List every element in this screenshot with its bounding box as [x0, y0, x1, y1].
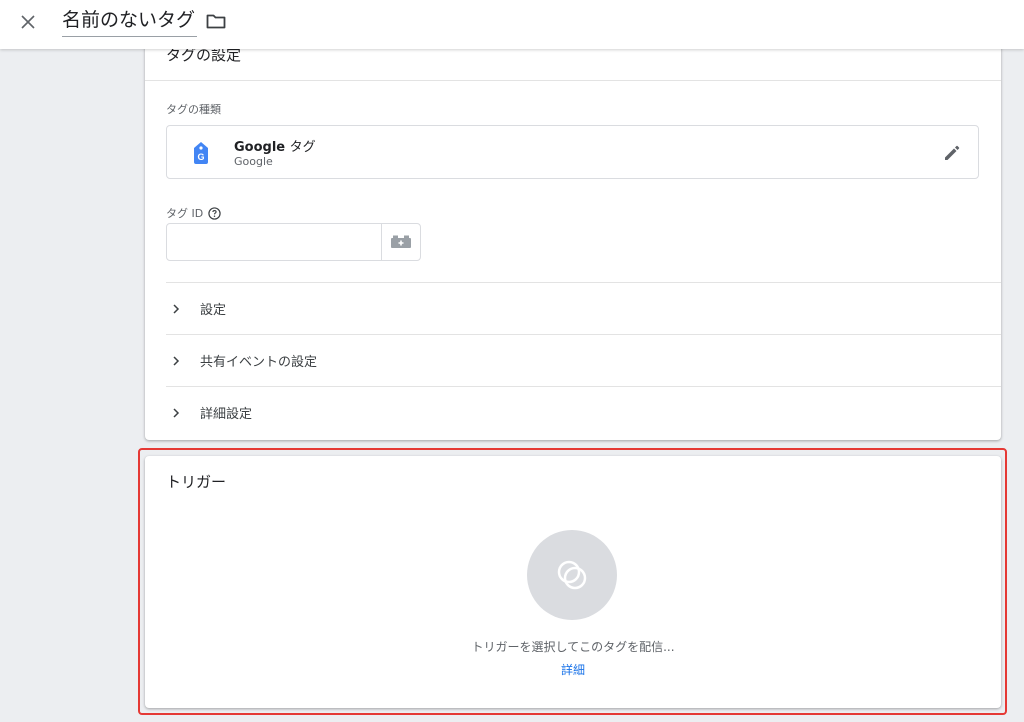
- tag-type-name: Google タグ: [234, 136, 316, 155]
- folder-icon: [206, 14, 226, 29]
- svg-text:G: G: [197, 152, 204, 162]
- section-shared-event-settings-label: 共有イベントの設定: [200, 355, 318, 370]
- section-shared-event-settings[interactable]: 共有イベントの設定: [166, 334, 1001, 386]
- tag-id-input[interactable]: [167, 224, 381, 260]
- tag-type-selector[interactable]: G Google タグ Google: [166, 125, 979, 179]
- trigger-empty-message: トリガーを選択してこのタグを配信...: [471, 640, 675, 654]
- variable-picker-icon: [391, 235, 411, 248]
- help-icon[interactable]: [208, 206, 221, 220]
- chevron-right-icon: [172, 355, 188, 366]
- tag-type-suffix: タグ: [289, 140, 316, 155]
- top-bar: 名前のないタグ: [0, 0, 1024, 49]
- chevron-right-icon: [172, 407, 188, 418]
- tag-name-title[interactable]: 名前のないタグ: [62, 7, 198, 37]
- tag-type-brand: Google: [234, 140, 286, 155]
- pencil-icon[interactable]: [942, 143, 962, 163]
- tag-configuration-card: タグの設定 タグの種類 G Google タグ Google タグ ID 設定 …: [145, 20, 1001, 440]
- section-advanced-settings-label: 詳細設定: [200, 407, 253, 422]
- close-icon: [21, 15, 35, 29]
- google-tag-icon: G: [194, 142, 208, 164]
- trigger-icon: [557, 560, 587, 590]
- tag-type-vendor: Google: [234, 155, 273, 168]
- tag-type-label: タグの種類: [166, 103, 221, 116]
- add-trigger-button[interactable]: [527, 530, 617, 620]
- triggering-heading: トリガー: [166, 473, 227, 491]
- section-advanced-settings[interactable]: 詳細設定: [166, 386, 1001, 438]
- trigger-learn-more-link[interactable]: 詳細: [145, 661, 1001, 678]
- tag-id-label-text: タグ ID: [166, 207, 204, 220]
- tag-id-label: タグ ID: [166, 205, 221, 221]
- triggering-card[interactable]: トリガー トリガーを選択してこのタグを配信... 詳細: [145, 456, 1001, 708]
- folder-button[interactable]: [205, 10, 227, 32]
- tag-id-field: [166, 223, 421, 261]
- variable-picker-button[interactable]: [381, 224, 420, 260]
- section-settings[interactable]: 設定: [166, 282, 1001, 334]
- section-settings-label: 設定: [200, 303, 227, 318]
- close-button[interactable]: [14, 8, 42, 36]
- chevron-right-icon: [172, 303, 188, 314]
